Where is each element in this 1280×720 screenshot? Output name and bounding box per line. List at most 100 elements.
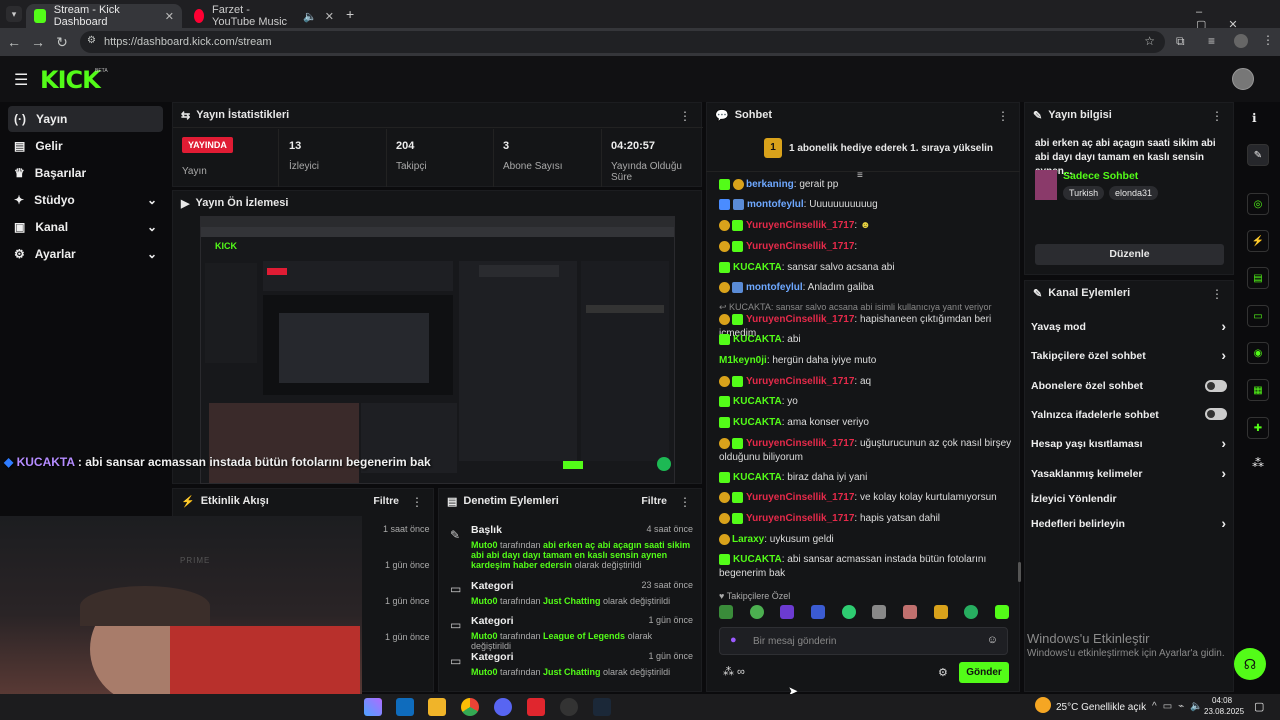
sidebar-item-gelir[interactable]: ▤ Gelir — [8, 133, 163, 159]
edit-button[interactable]: Düzenle — [1035, 244, 1224, 265]
activity-time: 1 gün önce — [385, 560, 430, 570]
browser-tab-kick[interactable]: Stream - Kick Dashboard ✕ — [26, 4, 182, 28]
stream-preview-video[interactable]: KICK — [200, 216, 675, 484]
chat-rail-icon[interactable]: ▭ — [1247, 305, 1269, 327]
clock-time[interactable]: 04:08 — [1212, 696, 1232, 705]
forward-icon[interactable]: → — [26, 30, 50, 54]
copilot-taskbar-icon[interactable] — [364, 698, 382, 716]
target-rail-icon[interactable]: ◎ — [1247, 193, 1269, 215]
emote-icon[interactable] — [841, 605, 856, 619]
emotes-only-toggle[interactable] — [1205, 408, 1227, 420]
kebab-menu-icon[interactable]: ⋮ — [679, 109, 691, 123]
send-button[interactable]: Gönder — [959, 662, 1009, 683]
emote-icon[interactable] — [902, 605, 917, 619]
action-host-viewers[interactable]: İzleyici Yönlendir — [1031, 493, 1226, 505]
kebab-menu-icon[interactable]: ⋮ — [679, 495, 691, 509]
emote-icon[interactable] — [994, 605, 1009, 619]
emote-icon[interactable] — [780, 605, 795, 619]
media-control-icon[interactable]: ≡ — [1208, 34, 1215, 48]
profile-avatar[interactable] — [1234, 34, 1248, 48]
chat-scrollbar[interactable] — [1018, 562, 1021, 582]
microphone-icon[interactable]: ● — [730, 634, 737, 646]
chat-message: KUCAKTA: yo — [719, 395, 1019, 409]
tab-search-icon[interactable]: ▾ — [6, 6, 22, 22]
discord-taskbar-icon[interactable] — [494, 698, 512, 716]
file-explorer-taskbar-icon[interactable] — [428, 698, 446, 716]
lightning-rail-icon[interactable]: ⚡ — [1247, 230, 1269, 252]
chat-message: YuruyenCinsellik_1717: hapis yatsan dahi… — [719, 512, 1019, 526]
clock-date[interactable]: 23.08.2025 — [1204, 707, 1244, 716]
new-tab-icon[interactable]: + — [346, 6, 354, 22]
sidebar-item-yayin[interactable]: (·) Yayın — [8, 106, 163, 132]
hamburger-menu-icon[interactable]: ☰ — [14, 70, 28, 90]
emote-icon[interactable] — [719, 605, 733, 619]
emoji-picker-icon[interactable]: ☺ — [987, 634, 998, 646]
chat-settings-gear-icon[interactable]: ⚙ — [938, 666, 948, 679]
bookmark-star-icon[interactable]: ☆ — [1144, 34, 1155, 48]
close-tab-icon[interactable]: ✕ — [325, 10, 334, 23]
emote-icon[interactable] — [872, 605, 887, 619]
action-emotes-only[interactable]: Yalnızca ifadelerle sohbet — [1031, 409, 1226, 421]
action-slow-mode[interactable]: Yavaş mod › — [1031, 318, 1226, 334]
address-bar[interactable]: ⚙ https://dashboard.kick.com/stream ☆ — [80, 31, 1165, 53]
moderation-item: Kategori 23 saat önce Muto0 tarafından J… — [471, 580, 693, 606]
wrench-rail-icon[interactable]: ✚ — [1247, 417, 1269, 439]
action-account-age[interactable]: Hesap yaşı kısıtlaması › — [1031, 435, 1226, 451]
close-tab-icon[interactable]: ✕ — [165, 10, 174, 23]
moderation-item: Kategori 1 gün önce Muto0 tarafından Jus… — [471, 651, 693, 677]
system-tray-icons[interactable]: ^▭⌁🔈 — [1152, 701, 1209, 712]
edit-rail-icon[interactable]: ✎ — [1247, 144, 1269, 166]
action-set-goals[interactable]: Hedefleri belirleyin › — [1031, 515, 1226, 531]
sidebar-item-basarilar[interactable]: ♛ Başarılar — [8, 160, 163, 186]
sidebar-item-ayarlar[interactable]: ⚙ Ayarlar ⌄ — [8, 241, 163, 267]
action-followers-only[interactable]: Takipçilere özel sohbet › — [1031, 347, 1226, 363]
emote-icon[interactable] — [964, 605, 979, 619]
action-subscribers-only[interactable]: Abonelere özel sohbet — [1031, 380, 1226, 392]
kebab-menu-icon[interactable]: ⋮ — [1211, 109, 1223, 123]
site-info-icon[interactable]: ⚙ — [87, 35, 96, 46]
subscribers-only-toggle[interactable] — [1205, 380, 1227, 392]
category-name[interactable]: Sadece Sohbet — [1063, 170, 1138, 182]
emote-icon[interactable] — [749, 605, 764, 619]
action-banned-words[interactable]: Yasaklanmış kelimeler › — [1031, 465, 1226, 481]
chat-input[interactable]: ● Bir mesaj gönderin ☺ — [719, 627, 1008, 655]
sidebar-item-kanal[interactable]: ▣ Kanal ⌄ — [8, 214, 163, 240]
weather-text[interactable]: 25°C Genellikle açık — [1056, 702, 1146, 713]
broadcast-rail-icon[interactable]: ◉ — [1247, 342, 1269, 364]
sidebar-item-studyo[interactable]: ✦ Stüdyo ⌄ — [8, 187, 163, 213]
points-infinity-icon[interactable]: ⁂ ∞ — [723, 665, 745, 678]
moderation-filter-button[interactable]: Filtre — [641, 495, 667, 507]
steam-taskbar-icon[interactable] — [593, 698, 611, 716]
info-icon[interactable]: ℹ — [1252, 111, 1257, 125]
layout-rail-icon[interactable]: ▦ — [1247, 379, 1269, 401]
kebab-menu-icon[interactable]: ⋮ — [411, 495, 423, 509]
chat-message: berkaning: gerait pp — [719, 178, 1019, 192]
kebab-menu-icon[interactable]: ⋮ — [1211, 287, 1223, 301]
tag-turkish[interactable]: Turkish — [1063, 186, 1105, 200]
document-rail-icon[interactable]: ▤ — [1247, 267, 1269, 289]
extensions-icon[interactable]: ⧉ — [1176, 34, 1185, 49]
obs-taskbar-icon[interactable] — [560, 698, 578, 716]
chrome-taskbar-icon[interactable] — [461, 698, 479, 716]
outlook-taskbar-icon[interactable] — [396, 698, 414, 716]
preview-header: ▶ Yayın Ön İzlemesi — [181, 197, 289, 210]
user-avatar[interactable] — [1232, 68, 1254, 90]
emote-icon[interactable] — [810, 605, 825, 619]
tag-elonda31[interactable]: elonda31 — [1109, 186, 1159, 200]
pinned-gift-banner[interactable]: 1 1 abonelik hediye ederek 1. sıraya yük… — [706, 128, 1020, 172]
document-icon: ▤ — [447, 495, 458, 508]
kebab-menu-icon[interactable]: ⋮ — [997, 109, 1009, 123]
browser-tab-youtube-music[interactable]: Farzet - YouTube Music 🔈 ✕ — [186, 4, 342, 28]
kick-logo[interactable]: KICK — [40, 66, 101, 94]
revenue-icon: ▤ — [14, 139, 26, 153]
chat-message: montofeylul: Anladım galiba — [719, 281, 1019, 295]
emote-icon[interactable] — [933, 605, 948, 619]
app-taskbar-icon[interactable] — [527, 698, 545, 716]
notification-icon[interactable]: ▢ — [1254, 700, 1264, 713]
support-headset-icon[interactable]: ☊ — [1234, 648, 1266, 680]
activity-filter-button[interactable]: Filtre — [373, 495, 399, 507]
back-icon[interactable]: ← — [2, 30, 26, 54]
chrome-menu-icon[interactable]: ⋮ — [1262, 33, 1274, 47]
reload-icon[interactable]: ↻ — [50, 30, 74, 54]
more-icon[interactable]: ⁂ — [1252, 456, 1264, 470]
